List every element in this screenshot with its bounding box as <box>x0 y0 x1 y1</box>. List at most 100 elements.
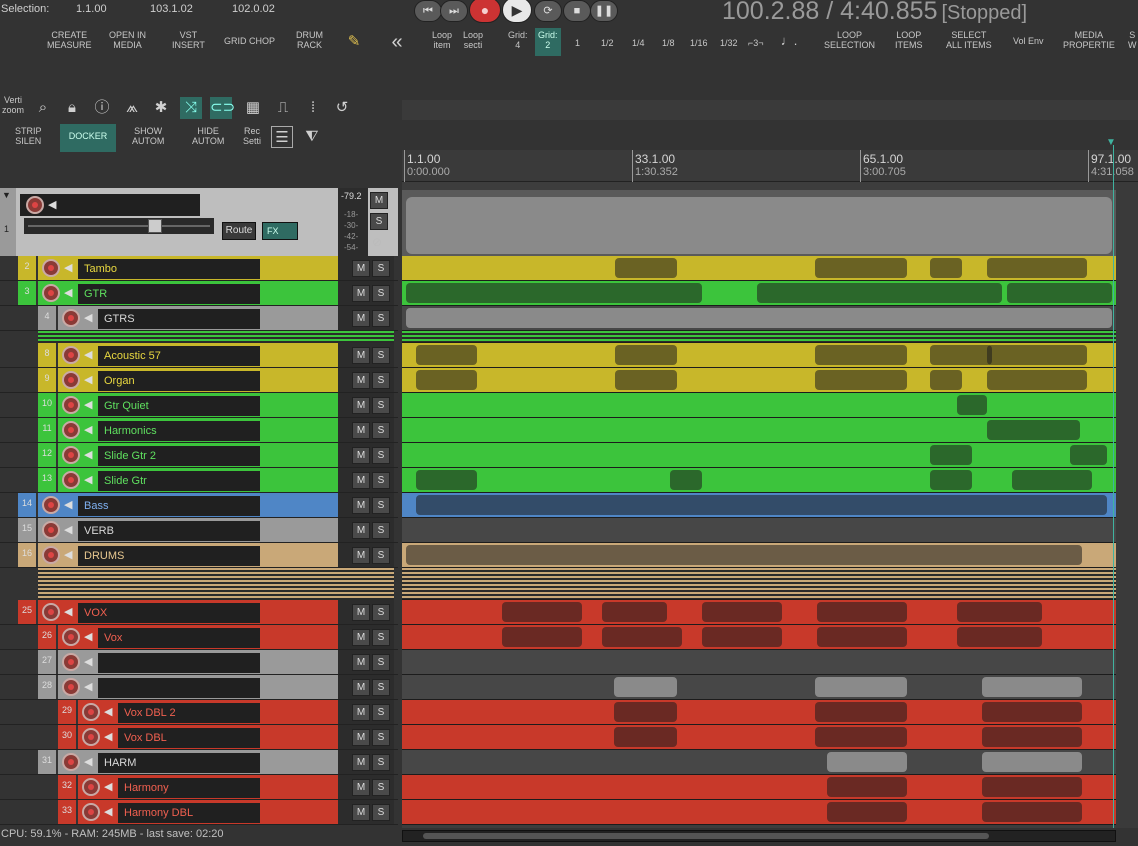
audio-item-waveform[interactable] <box>502 602 582 622</box>
audio-item-waveform[interactable] <box>757 283 1002 303</box>
audio-item-waveform[interactable] <box>615 370 677 390</box>
track-name[interactable]: Acoustic 57 <box>98 346 260 366</box>
speaker-icon[interactable]: ◀ <box>84 755 96 769</box>
stop-button[interactable]: ■ <box>563 0 591 22</box>
track-name[interactable]: Harmony DBL <box>118 803 260 823</box>
audio-item-waveform[interactable] <box>982 727 1082 747</box>
record-arm-button[interactable] <box>62 346 80 364</box>
speaker-icon[interactable]: ◀ <box>84 423 96 437</box>
audio-item-waveform[interactable] <box>817 602 907 622</box>
audio-item-waveform[interactable] <box>957 395 987 415</box>
track-name[interactable]: Harmonics <box>98 421 260 441</box>
track-row[interactable]: 2 ◀ Tambo M S <box>0 256 398 281</box>
mute-button[interactable]: M <box>352 497 370 514</box>
audio-item-waveform[interactable] <box>1007 283 1112 303</box>
audio-item-waveform[interactable] <box>614 677 677 697</box>
audio-item-waveform[interactable] <box>930 445 972 465</box>
audio-item-waveform[interactable] <box>406 283 702 303</box>
audio-item-waveform[interactable] <box>815 727 907 747</box>
speaker-icon[interactable]: ◀ <box>104 780 116 794</box>
record-arm-button[interactable] <box>82 778 100 796</box>
loop-selection-button[interactable]: LOOP SELECTION <box>824 30 875 50</box>
audio-item-waveform[interactable] <box>502 627 582 647</box>
track-name[interactable]: Slide Gtr <box>98 471 260 491</box>
speaker-icon[interactable]: ◀ <box>84 630 96 644</box>
audio-item-waveform[interactable] <box>930 345 992 365</box>
track-row[interactable]: 15 ◀ VERB M S <box>0 518 398 543</box>
record-arm-button[interactable] <box>82 728 100 746</box>
record-arm-button[interactable] <box>62 628 80 646</box>
track-name[interactable]: VERB <box>78 521 260 541</box>
speaker-icon[interactable]: ◀ <box>64 286 76 300</box>
track-lane[interactable] <box>402 725 1116 750</box>
select-all-items-button[interactable]: SELECT ALL ITEMS <box>946 30 992 50</box>
track-row[interactable]: 14 ◀ Bass M S <box>0 493 398 518</box>
loop-section-button[interactable]: Loop secti <box>463 30 483 50</box>
solo-button[interactable]: S <box>372 779 390 796</box>
record-arm-button[interactable] <box>42 284 60 302</box>
audio-item-waveform[interactable] <box>982 702 1082 722</box>
media-properties-button[interactable]: MEDIA PROPERTIE <box>1063 30 1115 50</box>
audio-item-waveform[interactable] <box>602 602 667 622</box>
track-name[interactable]: VOX <box>78 603 260 623</box>
speaker-icon[interactable]: ◀ <box>84 448 96 462</box>
audio-item-waveform[interactable] <box>930 258 962 278</box>
track-name[interactable] <box>98 678 260 698</box>
record-arm-button[interactable] <box>62 371 80 389</box>
track-row[interactable]: 31 ◀ HARM M S <box>0 750 398 775</box>
track-lane[interactable] <box>402 493 1116 518</box>
speaker-icon[interactable]: ◀ <box>64 498 76 512</box>
track-row[interactable]: 26 ◀ Vox M S <box>0 625 398 650</box>
track-row[interactable]: 12 ◀ Slide Gtr 2 MS <box>0 443 398 468</box>
track-name[interactable]: Slide Gtr 2 <box>98 446 260 466</box>
solo-button[interactable]: S <box>372 260 390 277</box>
track-lane[interactable] <box>402 418 1116 443</box>
solo-button[interactable]: S <box>372 629 390 646</box>
solo-button[interactable]: S <box>372 497 390 514</box>
go-to-start-button[interactable]: ⏮ <box>414 0 442 22</box>
audio-item-waveform[interactable] <box>815 677 907 697</box>
audio-item-waveform[interactable] <box>827 802 907 822</box>
track-lane[interactable] <box>402 775 1116 800</box>
track-lane[interactable] <box>402 518 1116 543</box>
arrange-view[interactable] <box>402 182 1138 828</box>
audio-item-waveform[interactable] <box>416 345 477 365</box>
note-dot-icon[interactable]: ♩. <box>778 30 800 52</box>
mute-button[interactable]: M <box>352 285 370 302</box>
track-lane[interactable] <box>402 750 1116 775</box>
track-lane[interactable] <box>402 256 1116 281</box>
audio-item-waveform[interactable] <box>702 627 782 647</box>
audio-item-waveform[interactable] <box>815 345 907 365</box>
audio-item-waveform[interactable] <box>815 258 907 278</box>
speaker-icon[interactable]: ◀ <box>104 805 116 819</box>
mute-button[interactable]: M <box>352 629 370 646</box>
record-arm-button[interactable] <box>62 753 80 771</box>
record-arm-button[interactable] <box>42 603 60 621</box>
grid-div-1-2[interactable]: 1/2 <box>601 38 614 48</box>
repeat-button[interactable]: ⟳ <box>534 0 562 22</box>
edit-cursor[interactable] <box>1113 145 1114 828</box>
audio-item-waveform[interactable] <box>615 258 677 278</box>
speaker-icon[interactable]: ◀ <box>104 705 116 719</box>
record-arm-button[interactable] <box>62 309 80 327</box>
track-row[interactable]: 16 ◀ DRUMS M S <box>0 543 398 568</box>
track-row[interactable]: 13 ◀ Slide Gtr M S <box>0 468 398 493</box>
audio-item-waveform[interactable] <box>670 470 702 490</box>
audio-item-waveform[interactable] <box>957 602 1042 622</box>
track-name[interactable]: Organ <box>98 371 260 391</box>
audio-item-waveform[interactable] <box>827 752 907 772</box>
vol-env-button[interactable]: Vol Env <box>1013 36 1044 46</box>
track-lane[interactable] <box>402 800 1116 825</box>
audio-item-waveform[interactable] <box>930 370 962 390</box>
track-lane[interactable] <box>402 625 1116 650</box>
record-arm-button[interactable] <box>82 803 100 821</box>
track-row[interactable]: 4 ◀ GTRS M S <box>0 306 398 331</box>
mute-button[interactable]: M <box>352 654 370 671</box>
mute-button[interactable]: M <box>352 522 370 539</box>
record-button[interactable]: ● <box>469 0 501 23</box>
solo-button[interactable]: S <box>372 422 390 439</box>
solo-button[interactable]: S <box>372 397 390 414</box>
solo-button[interactable]: S <box>372 679 390 696</box>
track-lane[interactable] <box>402 281 1116 306</box>
mute-button[interactable]: M <box>352 754 370 771</box>
